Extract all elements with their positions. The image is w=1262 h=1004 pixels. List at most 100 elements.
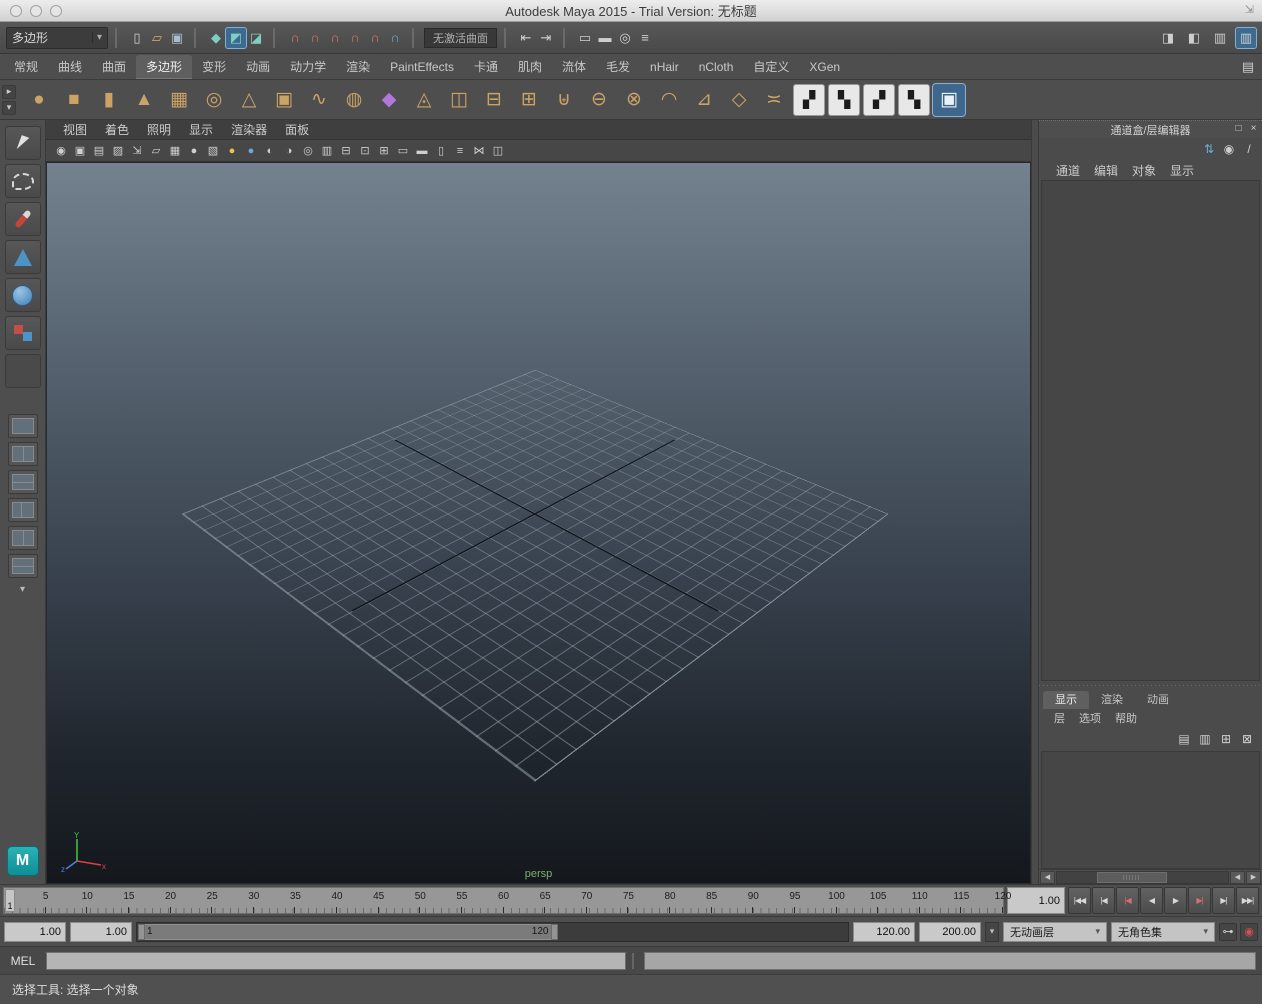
- make-live-icon[interactable]: ∩: [385, 28, 405, 48]
- anim-layer-dropdown[interactable]: 无动画层 ▾: [1003, 922, 1107, 942]
- character-set-dropdown[interactable]: 无角色集 ▾: [1111, 922, 1215, 942]
- layer-list-area[interactable]: [1041, 751, 1260, 869]
- poly-pipe-icon[interactable]: ▣: [268, 84, 300, 116]
- shelf-tab[interactable]: 动力学: [280, 55, 336, 79]
- playback-end-field[interactable]: [853, 922, 915, 942]
- toggle-channel-box-icon[interactable]: ▥: [1210, 28, 1230, 48]
- shelf-tab[interactable]: nCloth: [689, 55, 744, 79]
- snap-to-curve-icon[interactable]: ∩: [305, 28, 325, 48]
- channel-menu[interactable]: 对象: [1125, 162, 1163, 179]
- boolean-intersection-icon[interactable]: ⊗: [618, 84, 650, 116]
- move-tool[interactable]: [5, 240, 41, 274]
- poly-helix-icon[interactable]: ∿: [303, 84, 335, 116]
- scroll-left-button[interactable]: ◀: [1040, 871, 1055, 884]
- snap-to-point-icon[interactable]: ∩: [325, 28, 345, 48]
- shelf-tab[interactable]: 毛发: [596, 55, 640, 79]
- bookmark-icon[interactable]: ▤: [90, 142, 108, 160]
- render-current-frame-icon[interactable]: ▬: [595, 28, 615, 48]
- render-settings-icon[interactable]: ≡: [635, 28, 655, 48]
- shelf-tab[interactable]: 曲线: [48, 55, 92, 79]
- divider[interactable]: [194, 28, 199, 48]
- layer-menu[interactable]: 选项: [1072, 710, 1108, 726]
- panel-menu[interactable]: 视图: [54, 121, 96, 138]
- layout-four-pane[interactable]: [8, 442, 38, 466]
- ipr-render-icon[interactable]: ◎: [615, 28, 635, 48]
- panel-menu[interactable]: 渲染器: [222, 121, 276, 138]
- menu-set-dropdown[interactable]: 多边形 ▾: [6, 27, 108, 49]
- layout-menu-chevron[interactable]: ▾: [20, 584, 25, 595]
- motion-blur-icon[interactable]: ◎: [299, 142, 317, 160]
- target-weld-icon[interactable]: ▚: [828, 84, 860, 116]
- default-lighting-icon[interactable]: ●: [242, 142, 260, 160]
- command-input[interactable]: [46, 952, 626, 970]
- range-handle-right[interactable]: [551, 924, 558, 940]
- shelf-tab[interactable]: nHair: [640, 55, 689, 79]
- boolean-difference-icon[interactable]: ⊖: [583, 84, 615, 116]
- film-gate-icon[interactable]: ▯: [432, 142, 450, 160]
- camera-attributes-icon[interactable]: ▣: [71, 142, 89, 160]
- divider[interactable]: [504, 28, 509, 48]
- playback-start-field[interactable]: [70, 922, 132, 942]
- new-layer-from-selected-icon[interactable]: ⊠: [1238, 730, 1256, 748]
- field-chart-icon[interactable]: ⊞: [375, 142, 393, 160]
- wireframe-mode-icon[interactable]: ▦: [166, 142, 184, 160]
- scroll-track[interactable]: [1056, 871, 1229, 884]
- step-back-key-button[interactable]: |◀: [1116, 887, 1139, 914]
- connect-icon[interactable]: ▞: [863, 84, 895, 116]
- viewport-canvas[interactable]: Y x z persp: [46, 162, 1031, 884]
- panel-menu[interactable]: 显示: [180, 121, 222, 138]
- separate-icon[interactable]: ⊟: [478, 84, 510, 116]
- panel-menu[interactable]: 着色: [96, 121, 138, 138]
- textured-mode-icon[interactable]: ▧: [204, 142, 222, 160]
- layout-pane-graph[interactable]: [8, 526, 38, 550]
- title-bar[interactable]: Autodesk Maya 2015 - Trial Version: 无标题 …: [0, 0, 1262, 22]
- xray-icon[interactable]: ▥: [318, 142, 336, 160]
- key-ticks-icon[interactable]: ⊶: [1219, 923, 1237, 941]
- open-render-view-icon[interactable]: ▭: [575, 28, 595, 48]
- channel-speed-icon[interactable]: ◉: [1220, 140, 1238, 158]
- poly-prism-icon[interactable]: △: [233, 84, 265, 116]
- playback-range-bar[interactable]: 1 120: [138, 924, 557, 940]
- divider[interactable]: [273, 28, 278, 48]
- channel-menu[interactable]: 显示: [1163, 162, 1201, 179]
- current-time-field[interactable]: [1007, 887, 1065, 914]
- shelf-tab[interactable]: 卡通: [464, 55, 508, 79]
- shelf-tab[interactable]: 常规: [4, 55, 48, 79]
- isolate-select-icon[interactable]: ⊡: [356, 142, 374, 160]
- step-back-frame-button[interactable]: |◀: [1092, 887, 1115, 914]
- layer-tab[interactable]: 动画: [1135, 691, 1181, 709]
- animation-end-field[interactable]: [919, 922, 981, 942]
- lasso-tool[interactable]: [5, 164, 41, 198]
- scroll-right-button[interactable]: ▶: [1246, 871, 1261, 884]
- resolution-gate-icon[interactable]: ▭: [394, 142, 412, 160]
- viewport-snapshot-icon[interactable]: ◫: [489, 142, 507, 160]
- shelf-tab[interactable]: 动画: [236, 55, 280, 79]
- poly-soccer-ball-icon[interactable]: ◍: [338, 84, 370, 116]
- layout-pane-outliner[interactable]: [8, 470, 38, 494]
- bridge-icon[interactable]: ≍: [758, 84, 790, 116]
- close-icon[interactable]: ×: [1247, 122, 1260, 135]
- shelf-tab[interactable]: 曲面: [92, 55, 136, 79]
- combine-icon[interactable]: ◫: [443, 84, 475, 116]
- empty-layer-icon[interactable]: ▥: [1196, 730, 1214, 748]
- set-current-layer-icon[interactable]: ▤: [1175, 730, 1193, 748]
- pan-zoom-2d-icon[interactable]: ⇲: [128, 142, 146, 160]
- range-handle-left[interactable]: [138, 924, 145, 940]
- select-camera-icon[interactable]: ◉: [52, 142, 70, 160]
- input-connections-icon[interactable]: ⇤: [516, 28, 536, 48]
- grease-pencil-icon[interactable]: ▱: [147, 142, 165, 160]
- new-layer-icon[interactable]: ⊞: [1217, 730, 1235, 748]
- live-surface-field[interactable]: 无激活曲面: [424, 28, 497, 48]
- smooth-shade-icon[interactable]: ●: [185, 142, 203, 160]
- time-slider-ruler[interactable]: 5101520253035404550556065707580859095100…: [3, 887, 1004, 914]
- quad-draw-icon[interactable]: ▚: [898, 84, 930, 116]
- poly-plane-icon[interactable]: ▦: [163, 84, 195, 116]
- use-all-lights-icon[interactable]: ●: [223, 142, 241, 160]
- play-forwards-button[interactable]: ▶: [1164, 887, 1187, 914]
- scale-tool[interactable]: [5, 316, 41, 350]
- select-tool[interactable]: [5, 126, 41, 160]
- shelf-editor-icon[interactable]: ▤: [1238, 57, 1258, 77]
- animation-start-field[interactable]: [4, 922, 66, 942]
- shelf-tab[interactable]: XGen: [799, 55, 850, 79]
- play-backwards-button[interactable]: ◀: [1140, 887, 1163, 914]
